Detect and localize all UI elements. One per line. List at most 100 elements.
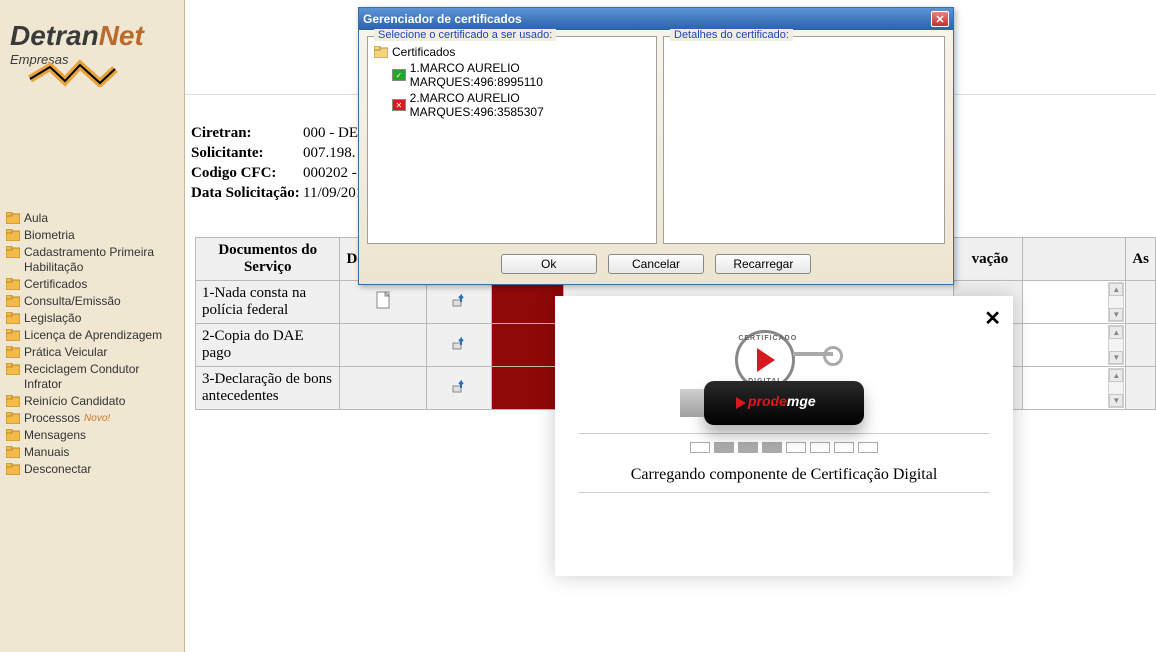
upload-cell[interactable] bbox=[426, 324, 492, 367]
folder-icon bbox=[6, 395, 20, 407]
sidebar-item-biometria[interactable]: Biometria bbox=[6, 227, 178, 244]
pending-cell bbox=[492, 324, 564, 367]
as-cell bbox=[1126, 324, 1156, 367]
sidebar-item-legisla-o[interactable]: Legislação bbox=[6, 310, 178, 327]
folder-icon bbox=[6, 446, 20, 458]
th-obs bbox=[1023, 238, 1126, 281]
sidebar-item-desconectar[interactable]: Desconectar bbox=[6, 461, 178, 478]
cert-invalid-icon: ✕ bbox=[392, 99, 406, 111]
as-cell bbox=[1126, 367, 1156, 410]
cert-tree-title: Selecione o certificado a ser usado: bbox=[374, 29, 556, 41]
sidebar-item-label: Prática Veicular bbox=[24, 345, 107, 360]
recarregar-button[interactable]: Recarregar bbox=[715, 254, 811, 274]
logo: DetranNet Empresas bbox=[0, 0, 184, 110]
scroll-up-icon[interactable]: ▲ bbox=[1109, 283, 1123, 296]
label-data: Data Solicitação: bbox=[191, 185, 303, 202]
cert-item-1-label: 1.MARCO AURELIO MARQUES:496:8995110 bbox=[410, 61, 650, 89]
sidebar-item-pr-tica-veicular[interactable]: Prática Veicular bbox=[6, 344, 178, 361]
doc-name-cell: 3-Declaração de bons antecedentes bbox=[196, 367, 340, 410]
scroll-up-icon[interactable]: ▲ bbox=[1109, 326, 1123, 339]
th-vacao: vação bbox=[954, 238, 1023, 281]
value-ciretran: 000 - DE bbox=[303, 125, 358, 142]
folder-icon bbox=[6, 246, 20, 258]
obs-cell[interactable]: ▲▼ bbox=[1023, 281, 1126, 324]
doc-icon-cell[interactable] bbox=[340, 367, 426, 410]
pending-cell bbox=[492, 367, 564, 410]
sidebar-item-reciclagem-condutor-infrator[interactable]: Reciclagem Condutor Infrator bbox=[6, 361, 178, 393]
cert-tree-root[interactable]: Certificados bbox=[374, 45, 650, 59]
upload-icon bbox=[451, 335, 467, 351]
logo-part2: Net bbox=[99, 20, 144, 51]
sidebar-item-label: Consulta/Emissão bbox=[24, 294, 121, 309]
document-icon bbox=[376, 291, 390, 309]
novo-badge: Novo! bbox=[84, 411, 110, 426]
sidebar-item-licen-a-de-aprendizagem[interactable]: Licença de Aprendizagem bbox=[6, 327, 178, 344]
sidebar-item-mensagens[interactable]: Mensagens bbox=[6, 427, 178, 444]
cert-root-label: Certificados bbox=[392, 45, 455, 59]
obs-cell[interactable]: ▲▼ bbox=[1023, 367, 1126, 410]
sidebar-item-manuais[interactable]: Manuais bbox=[6, 444, 178, 461]
sidebar-item-label: Processos bbox=[24, 411, 80, 426]
sidebar-item-processos[interactable]: Processos Novo! bbox=[6, 410, 178, 427]
dialog-titlebar[interactable]: Gerenciador de certificados ✕ bbox=[359, 8, 953, 30]
scrollbar[interactable]: ▲▼ bbox=[1108, 325, 1124, 365]
scroll-up-icon[interactable]: ▲ bbox=[1109, 369, 1123, 382]
usb-mge: mge bbox=[787, 393, 816, 409]
logo-zigzag-icon bbox=[10, 59, 174, 90]
doc-name-cell: 2-Copia do DAE pago bbox=[196, 324, 340, 367]
sidebar-item-label: Aula bbox=[24, 211, 48, 226]
folder-icon bbox=[6, 278, 20, 290]
cert-tree: Certificados ✓ 1.MARCO AURELIO MARQUES:4… bbox=[368, 37, 656, 127]
doc-name-cell: 1-Nada consta na polícia federal bbox=[196, 281, 340, 324]
scrollbar[interactable]: ▲▼ bbox=[1108, 282, 1124, 322]
doc-icon-cell[interactable] bbox=[340, 324, 426, 367]
folder-icon bbox=[6, 229, 20, 241]
upload-cell[interactable] bbox=[426, 281, 492, 324]
scroll-down-icon[interactable]: ▼ bbox=[1109, 394, 1123, 407]
folder-icon bbox=[6, 329, 20, 341]
value-solicitante: 007.198. bbox=[303, 145, 356, 162]
sidebar-item-cadastramento-primeira-habilita-o[interactable]: Cadastramento Primeira Habilitação bbox=[6, 244, 178, 276]
upload-icon bbox=[451, 378, 467, 394]
th-as: As bbox=[1126, 238, 1156, 281]
doc-icon-cell[interactable] bbox=[340, 281, 426, 324]
sidebar-item-aula[interactable]: Aula bbox=[6, 210, 178, 227]
cert-item-2[interactable]: ✕ 2.MARCO AURELIO MARQUES:496:3585307 bbox=[374, 91, 650, 119]
dialog-close-button[interactable]: ✕ bbox=[931, 11, 949, 27]
menu: AulaBiometriaCadastramento Primeira Habi… bbox=[0, 210, 184, 478]
scrollbar[interactable]: ▲▼ bbox=[1108, 368, 1124, 408]
label-codigo: Codigo CFC: bbox=[191, 165, 303, 182]
upload-cell[interactable] bbox=[426, 367, 492, 410]
cert-item-1[interactable]: ✓ 1.MARCO AURELIO MARQUES:496:8995110 bbox=[374, 61, 650, 89]
label-solicitante: Solicitante: bbox=[191, 145, 303, 162]
sidebar-item-certificados[interactable]: Certificados bbox=[6, 276, 178, 293]
ok-button[interactable]: Ok bbox=[501, 254, 597, 274]
folder-icon bbox=[6, 412, 20, 424]
folder-icon bbox=[6, 312, 20, 324]
usb-drive-icon: prodemge bbox=[704, 381, 864, 425]
sidebar-item-label: Mensagens bbox=[24, 428, 86, 443]
close-icon[interactable]: ✕ bbox=[984, 306, 1001, 331]
folder-icon bbox=[6, 463, 20, 475]
sidebar-item-label: Certificados bbox=[24, 277, 87, 292]
sidebar-item-label: Desconectar bbox=[24, 462, 91, 477]
cert-item-2-label: 2.MARCO AURELIO MARQUES:496:3585307 bbox=[410, 91, 650, 119]
loading-modal: ✕ CERTIFICADO DIGITAL prodemge Carregand… bbox=[555, 296, 1013, 576]
seal-top-text: CERTIFICADO bbox=[738, 335, 792, 342]
as-cell bbox=[1126, 281, 1156, 324]
cert-details-title: Detalhes do certificado: bbox=[670, 29, 793, 41]
scroll-down-icon[interactable]: ▼ bbox=[1109, 351, 1123, 364]
sidebar-item-label: Reinício Candidato bbox=[24, 394, 125, 409]
cert-tree-panel: Selecione o certificado a ser usado: Cer… bbox=[367, 36, 657, 244]
certificate-dialog: Gerenciador de certificados ✕ Selecione … bbox=[358, 7, 954, 285]
cancelar-button[interactable]: Cancelar bbox=[608, 254, 704, 274]
scroll-down-icon[interactable]: ▼ bbox=[1109, 308, 1123, 321]
cert-details-panel: Detalhes do certificado: bbox=[663, 36, 945, 244]
obs-cell[interactable]: ▲▼ bbox=[1023, 324, 1126, 367]
sidebar-item-label: Reciclagem Condutor Infrator bbox=[24, 362, 178, 392]
folder-icon bbox=[374, 46, 388, 58]
sidebar-item-rein-cio-candidato[interactable]: Reinício Candidato bbox=[6, 393, 178, 410]
folder-icon bbox=[6, 212, 20, 224]
sidebar-item-consulta-emiss-o[interactable]: Consulta/Emissão bbox=[6, 293, 178, 310]
sidebar-item-label: Cadastramento Primeira Habilitação bbox=[24, 245, 178, 275]
